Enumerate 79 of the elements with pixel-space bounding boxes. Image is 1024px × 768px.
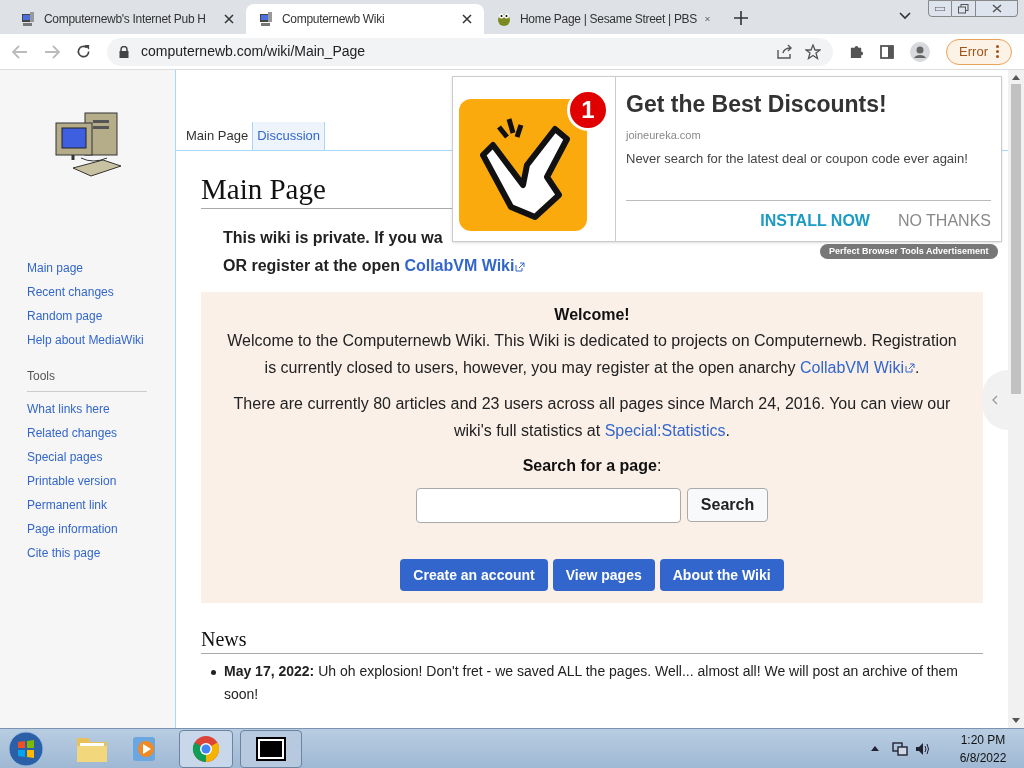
page-tab[interactable]: Discussion	[253, 122, 325, 150]
minimize-icon	[935, 6, 945, 11]
ad-text: Never search for the latest deal or coupon code ever again!	[626, 151, 969, 167]
network-icon[interactable]	[892, 740, 908, 757]
ad-domain: joineureka.com	[626, 127, 702, 143]
clock-date[interactable]: 6/8/2022	[959, 748, 1007, 767]
close-icon	[991, 4, 1002, 13]
action-button[interactable]: About the Wiki	[659, 559, 784, 591]
error-button[interactable]: Error	[946, 38, 1012, 65]
star-icon[interactable]	[805, 43, 822, 60]
search-field[interactable]	[415, 488, 681, 523]
scroll-down-icon[interactable]	[1012, 718, 1020, 723]
sidebar-link[interactable]: Cite this page	[27, 546, 101, 560]
more-icon	[996, 45, 999, 58]
action-button[interactable]: Create an account	[400, 559, 548, 591]
search-button[interactable]: Search	[686, 488, 769, 522]
wiki-link[interactable]: CollabVM Wiki	[404, 257, 526, 274]
notice-text: OR register at the open CollabVM Wiki	[223, 252, 526, 280]
chevron-down-icon[interactable]	[899, 12, 911, 20]
install-button[interactable]: INSTALL NOW	[760, 209, 870, 233]
puzzle-icon[interactable]	[849, 44, 865, 59]
sidebar-link[interactable]: Main page	[27, 261, 84, 275]
tab-title: Computernewb Wiki	[282, 11, 386, 28]
maximize-button[interactable]	[952, 0, 976, 17]
dismiss-button[interactable]: NO THANKS	[897, 209, 991, 233]
action-button[interactable]: View pages	[552, 559, 655, 591]
tab-title: Home Page | Sesame Street | PBS	[520, 11, 698, 28]
chrome-icon	[192, 734, 220, 763]
close-icon[interactable]	[462, 14, 472, 24]
sidebar-link[interactable]: Related changes	[27, 426, 118, 440]
new-tab-icon[interactable]	[734, 11, 748, 25]
share-icon[interactable]	[777, 44, 794, 59]
computer-icon	[258, 11, 274, 27]
sidebar-link[interactable]: Random page	[27, 309, 103, 323]
sidebar-link[interactable]: Recent changes	[27, 285, 114, 299]
lock-icon	[119, 45, 129, 58]
statistics-text: There are currently 80 articles and 23 users across all pages since March 24, 2016. You can view our wiki's full statistics at Special:Statistics.	[232, 394, 952, 441]
scroll-up-icon[interactable]	[1012, 75, 1020, 80]
minimize-button[interactable]	[928, 0, 952, 17]
monster-icon	[496, 11, 512, 27]
url-text: computernewb.com/wiki/Main_Page	[141, 42, 367, 61]
sidebar-link[interactable]: Page information	[27, 522, 118, 536]
taskbar-button[interactable]	[240, 729, 302, 768]
tab-title: Computernewb's Internet Pub H	[44, 11, 207, 28]
wiki-link[interactable]: CollabVM Wiki	[799, 358, 915, 376]
sidebar-heading: Tools	[27, 369, 55, 383]
sidebar-link[interactable]: Special pages	[27, 450, 103, 464]
notification-badge: 1	[567, 89, 609, 131]
ad-title: Get the Best Discounts!	[626, 90, 888, 119]
restore-icon	[958, 3, 969, 14]
browser-tab[interactable]: Computernewb Wiki	[246, 4, 484, 34]
ad-label: Perfect Browser Tools Advertisement	[820, 244, 998, 259]
sidebar-link[interactable]: Printable version	[27, 474, 117, 488]
chevron-left-icon	[992, 395, 998, 405]
profile-icon[interactable]	[910, 41, 931, 62]
search-label: Search for a page:	[521, 456, 663, 476]
welcome-text: Welcome to the Computernewb Wiki. This Wiki is dedicated to projects on Computernewb. Registration is currently closed to users, however, you may register at the open anarchy CollabVM Wiki .	[226, 331, 958, 378]
scrollbar-thumb[interactable]	[1011, 84, 1021, 394]
external-link-icon	[515, 261, 526, 272]
archive-app-icon	[256, 736, 286, 761]
side-panel-icon[interactable]	[880, 44, 895, 59]
external-link-icon	[904, 363, 915, 374]
start-button[interactable]	[6, 729, 46, 768]
news-item: May 17, 2022: Uh oh explosion! Don't fret - we saved ALL the pages. Well... almost all! We will post an archive of them soon!	[224, 662, 959, 704]
reload-icon[interactable]	[76, 44, 91, 59]
computer-icon	[20, 11, 36, 27]
tray-arrow-icon[interactable]	[871, 746, 879, 751]
wiki-link[interactable]: Special:Statistics	[604, 421, 726, 439]
page-title: Main Page	[201, 172, 327, 207]
sidebar-link[interactable]: Help about MediaWiki	[27, 333, 144, 347]
section-heading: News	[201, 627, 248, 652]
sidebar-link[interactable]: Permanent link	[27, 498, 108, 512]
address-bar[interactable]: computernewb.com/wiki/Main_Page	[107, 37, 834, 66]
notice-text: This wiki is private. If you wa	[223, 228, 443, 248]
welcome-heading: Welcome!	[553, 305, 631, 325]
close-icon[interactable]	[224, 14, 234, 24]
clock-time[interactable]: 1:20 PM	[960, 730, 1006, 749]
sidebar-link[interactable]: What links here	[27, 402, 110, 416]
close-window-button[interactable]	[976, 0, 1018, 17]
